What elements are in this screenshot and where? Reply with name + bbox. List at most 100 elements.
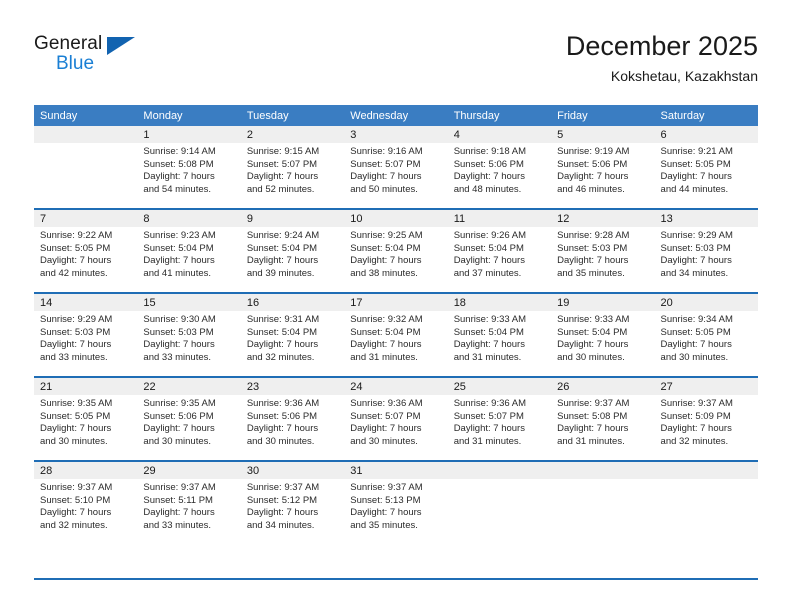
day-cell-inner: 21 Sunrise: 9:35 AM Sunset: 5:05 PM Dayligh… (34, 378, 138, 460)
day-cell-details: Sunrise: 9:15 AM Sunset: 5:07 PM Daylight:… (241, 143, 344, 196)
day-daylight-line2-text: and 54 minutes. (143, 183, 212, 195)
calendar-day-cell[interactable]: 26 Sunrise: 9:37 AM Sunset: 5:08 PM Dayligh… (551, 376, 655, 461)
day-sunrise-text: Sunrise: 9:32 AM (350, 314, 423, 325)
calendar-day-cell[interactable]: 2 Sunrise: 9:15 AM Sunset: 5:07 PM Daylight… (240, 126, 345, 209)
calendar-day-cell[interactable]: 27 Sunrise: 9:37 AM Sunset: 5:09 PM Dayligh… (654, 376, 758, 461)
day-number: 16 (240, 294, 345, 311)
day-daylight-line1-text: Daylight: 7 hours (350, 339, 422, 351)
day-cell-inner: 29 Sunrise: 9:37 AM Sunset: 5:11 PM Dayligh… (137, 462, 241, 544)
day-number: 6 (654, 126, 758, 143)
calendar-day-cell[interactable]: 29 Sunrise: 9:37 AM Sunset: 5:11 PM Dayligh… (137, 460, 241, 544)
day-sunset-text: Sunset: 5:06 PM (557, 158, 628, 170)
logo-triangle-icon (107, 37, 135, 55)
day-daylight-line1-text: Daylight: 7 hours (143, 339, 215, 351)
day-cell-inner: 28 Sunrise: 9:37 AM Sunset: 5:10 PM Dayligh… (34, 462, 138, 544)
calendar-day-cell[interactable]: 14 Sunrise: 9:29 AM Sunset: 5:03 PM Dayligh… (34, 292, 138, 377)
calendar-day-cell[interactable]: 28 Sunrise: 9:37 AM Sunset: 5:10 PM Dayligh… (34, 460, 138, 544)
calendar-day-cell[interactable]: 7 Sunrise: 9:22 AM Sunset: 5:05 PM Daylight… (34, 208, 138, 293)
calendar-page: General Blue December 2025 Kokshetau, Ka… (0, 0, 792, 612)
day-cell-details: Sunrise: 9:22 AM Sunset: 5:05 PM Daylight:… (34, 227, 137, 280)
calendar-day-cell[interactable]: 24 Sunrise: 9:36 AM Sunset: 5:07 PM Dayligh… (344, 376, 448, 461)
day-number: 17 (344, 294, 448, 311)
day-sunrise-text: Sunrise: 9:21 AM (660, 146, 733, 157)
calendar-day-cell[interactable]: 11 Sunrise: 9:26 AM Sunset: 5:04 PM Dayligh… (447, 208, 552, 293)
calendar-day-cell[interactable]: 8 Sunrise: 9:23 AM Sunset: 5:04 PM Daylight… (137, 208, 241, 293)
day-sunrise-text: Sunrise: 9:33 AM (453, 314, 527, 325)
day-daylight-line1-text: Daylight: 7 hours (453, 255, 525, 267)
day-cell-inner: 1 Sunrise: 9:14 AM Sunset: 5:08 PM Daylight… (137, 126, 241, 208)
day-sunset-text: Sunset: 5:04 PM (453, 242, 524, 254)
calendar-day-cell[interactable]: 4 Sunrise: 9:18 AM Sunset: 5:06 PM Daylight… (447, 126, 552, 209)
day-number: 12 (551, 210, 655, 227)
day-cell-inner: 23 Sunrise: 9:36 AM Sunset: 5:06 PM Dayligh… (240, 378, 345, 460)
calendar-day-cell[interactable]: 13 Sunrise: 9:29 AM Sunset: 5:03 PM Dayligh… (654, 208, 758, 293)
day-sunset-text: Sunset: 5:05 PM (660, 326, 731, 338)
day-cell-details: Sunrise: 9:36 AM Sunset: 5:07 PM Daylight:… (448, 395, 551, 448)
calendar-day-cell[interactable]: 15 Sunrise: 9:30 AM Sunset: 5:03 PM Dayligh… (137, 292, 241, 377)
day-sunrise-text: Sunrise: 9:25 AM (350, 230, 423, 241)
day-daylight-line1-text: Daylight: 7 hours (246, 507, 319, 519)
calendar-day-cell[interactable]: 1 Sunrise: 9:14 AM Sunset: 5:08 PM Daylight… (137, 126, 241, 209)
calendar-day-cell-empty (447, 460, 552, 544)
day-daylight-line1-text: Daylight: 7 hours (143, 171, 215, 183)
day-cell-details: Sunrise: 9:31 AM Sunset: 5:04 PM Daylight:… (241, 311, 344, 364)
day-sunrise-text: Sunrise: 9:28 AM (557, 230, 630, 241)
day-cell-details: Sunrise: 9:32 AM Sunset: 5:04 PM Daylight:… (344, 311, 447, 364)
day-daylight-line2-text: and 37 minutes. (453, 267, 522, 279)
calendar-day-cell[interactable]: 10 Sunrise: 9:25 AM Sunset: 5:04 PM Dayligh… (344, 208, 448, 293)
day-cell-inner: 16 Sunrise: 9:31 AM Sunset: 5:04 PM Dayligh… (240, 294, 345, 376)
day-cell-details: Sunrise: 9:36 AM Sunset: 5:07 PM Daylight:… (344, 395, 447, 448)
day-daylight-line2-text: and 32 minutes. (246, 351, 315, 363)
day-number (34, 126, 138, 143)
calendar-week-row: 1 Sunrise: 9:14 AM Sunset: 5:08 PM Daylight… (34, 126, 758, 209)
calendar-day-cell[interactable]: 17 Sunrise: 9:32 AM Sunset: 5:04 PM Dayligh… (344, 292, 448, 377)
calendar-day-cell[interactable]: 19 Sunrise: 9:33 AM Sunset: 5:04 PM Dayligh… (551, 292, 655, 377)
calendar-day-cell[interactable]: 12 Sunrise: 9:28 AM Sunset: 5:03 PM Dayligh… (551, 208, 655, 293)
logo-text-general: General (34, 33, 103, 54)
day-daylight-line1-text: Daylight: 7 hours (143, 423, 215, 435)
day-cell-inner: 31 Sunrise: 9:37 AM Sunset: 5:13 PM Dayligh… (344, 462, 448, 544)
day-daylight-line2-text: and 33 minutes. (143, 519, 212, 531)
day-daylight-line1-text: Daylight: 7 hours (40, 255, 112, 267)
day-number: 30 (240, 462, 345, 479)
calendar-day-cell[interactable]: 5 Sunrise: 9:19 AM Sunset: 5:06 PM Daylight… (551, 126, 655, 209)
page-subtitle-location: Kokshetau, Kazakhstan (610, 68, 758, 84)
calendar-day-cell[interactable]: 9 Sunrise: 9:24 AM Sunset: 5:04 PM Daylight… (240, 208, 345, 293)
day-cell-details: Sunrise: 9:37 AM Sunset: 5:09 PM Daylight:… (655, 395, 758, 448)
day-daylight-line2-text: and 46 minutes. (557, 183, 625, 195)
calendar-day-cell[interactable]: 30 Sunrise: 9:37 AM Sunset: 5:12 PM Dayligh… (240, 460, 345, 544)
calendar-day-cell[interactable]: 20 Sunrise: 9:34 AM Sunset: 5:05 PM Dayligh… (654, 292, 758, 377)
day-daylight-line2-text: and 39 minutes. (246, 267, 315, 279)
day-number: 20 (654, 294, 758, 311)
day-daylight-line2-text: and 30 minutes. (557, 351, 625, 363)
calendar-body: 1 Sunrise: 9:14 AM Sunset: 5:08 PM Daylight… (34, 126, 758, 544)
day-sunset-text: Sunset: 5:04 PM (557, 326, 628, 338)
calendar-day-cell[interactable]: 21 Sunrise: 9:35 AM Sunset: 5:05 PM Dayligh… (34, 376, 138, 461)
calendar-day-cell[interactable]: 23 Sunrise: 9:36 AM Sunset: 5:06 PM Dayligh… (240, 376, 345, 461)
day-sunrise-text: Sunrise: 9:34 AM (660, 314, 733, 325)
weekday-header-saturday: Saturday (654, 105, 758, 126)
day-daylight-line2-text: and 42 minutes. (40, 267, 108, 279)
day-cell-details: Sunrise: 9:37 AM Sunset: 5:11 PM Daylight:… (137, 479, 240, 532)
day-cell-inner: 19 Sunrise: 9:33 AM Sunset: 5:04 PM Dayligh… (551, 294, 655, 376)
day-sunrise-text: Sunrise: 9:37 AM (246, 482, 320, 493)
day-cell-details: Sunrise: 9:33 AM Sunset: 5:04 PM Daylight:… (551, 311, 654, 364)
calendar-day-cell[interactable]: 18 Sunrise: 9:33 AM Sunset: 5:04 PM Dayligh… (447, 292, 552, 377)
calendar-day-cell[interactable]: 25 Sunrise: 9:36 AM Sunset: 5:07 PM Dayligh… (447, 376, 552, 461)
day-sunset-text: Sunset: 5:08 PM (557, 410, 628, 422)
day-daylight-line1-text: Daylight: 7 hours (350, 255, 422, 267)
calendar-day-cell[interactable]: 22 Sunrise: 9:35 AM Sunset: 5:06 PM Dayligh… (137, 376, 241, 461)
day-sunset-text: Sunset: 5:06 PM (246, 410, 318, 422)
day-number: 3 (344, 126, 448, 143)
day-daylight-line2-text: and 30 minutes. (660, 351, 729, 363)
day-daylight-line2-text: and 32 minutes. (660, 435, 729, 447)
calendar-day-cell[interactable]: 3 Sunrise: 9:16 AM Sunset: 5:07 PM Daylight… (344, 126, 448, 209)
day-number: 19 (551, 294, 655, 311)
day-daylight-line1-text: Daylight: 7 hours (660, 255, 732, 267)
calendar-day-cell[interactable]: 16 Sunrise: 9:31 AM Sunset: 5:04 PM Dayligh… (240, 292, 345, 377)
day-sunrise-text: Sunrise: 9:35 AM (143, 398, 216, 409)
calendar-day-cell[interactable]: 31 Sunrise: 9:37 AM Sunset: 5:13 PM Dayligh… (344, 460, 448, 544)
day-cell-inner: 18 Sunrise: 9:33 AM Sunset: 5:04 PM Dayligh… (447, 294, 552, 376)
calendar-week-row: 14 Sunrise: 9:29 AM Sunset: 5:03 PM Dayligh… (34, 292, 758, 377)
calendar-day-cell[interactable]: 6 Sunrise: 9:21 AM Sunset: 5:05 PM Daylight… (654, 126, 758, 209)
